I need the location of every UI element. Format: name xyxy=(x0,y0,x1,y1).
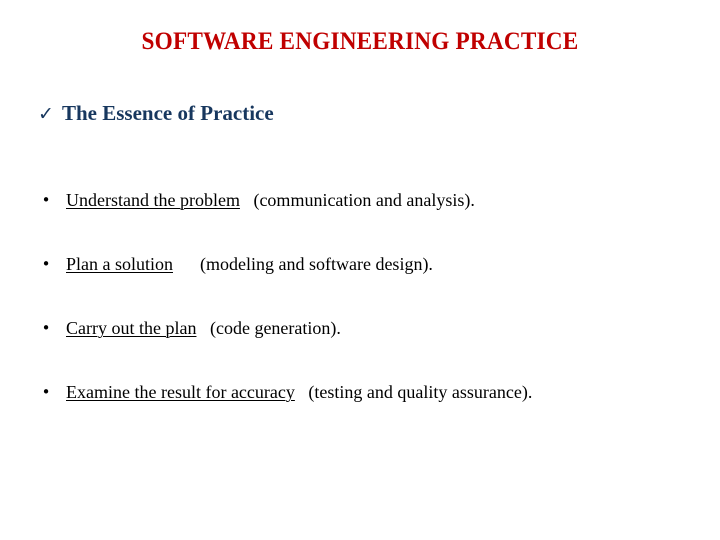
list-item-term: Understand the problem xyxy=(66,190,240,210)
bullet-dot-icon: • xyxy=(41,383,51,401)
list-item: • Carry out the plan (code generation). xyxy=(34,316,674,341)
list-item: • Examine the result for accuracy (testi… xyxy=(34,380,674,405)
list-item-detail: (testing and quality assurance). xyxy=(308,382,533,402)
section-heading-label: The Essence of Practice xyxy=(62,101,274,125)
list-item-term: Plan a solution xyxy=(66,254,173,274)
practice-steps-list: • Understand the problem (communication … xyxy=(34,188,674,405)
section-heading: ✓ The Essence of Practice xyxy=(38,101,274,126)
list-item-detail: (communication and analysis). xyxy=(253,190,475,210)
list-item-body: Examine the result for accuracy (testing… xyxy=(66,380,674,405)
list-item-body: Carry out the plan (code generation). xyxy=(66,316,674,341)
list-item-detail: (code generation). xyxy=(209,318,341,338)
slide-canvas: SOFTWARE ENGINEERING PRACTICE ✓ The Esse… xyxy=(0,0,720,540)
page-title: SOFTWARE ENGINEERING PRACTICE xyxy=(141,28,579,55)
checkmark-icon: ✓ xyxy=(38,103,54,125)
list-item-term: Carry out the plan xyxy=(66,318,197,338)
list-item-gap xyxy=(295,382,309,402)
list-item-gap xyxy=(196,318,210,338)
list-item-gap xyxy=(240,190,254,210)
list-item-body: Plan a solution (modeling and software d… xyxy=(66,252,674,277)
bullet-dot-icon: • xyxy=(41,319,51,337)
list-item-detail: (modeling and software design). xyxy=(200,254,433,274)
list-item: • Understand the problem (communication … xyxy=(34,188,674,213)
bullet-dot-icon: • xyxy=(41,255,51,273)
list-item: • Plan a solution (modeling and software… xyxy=(34,252,674,277)
list-item-term: Examine the result for accuracy xyxy=(66,382,295,402)
list-item-gap xyxy=(173,254,200,274)
bullet-dot-icon: • xyxy=(41,191,51,209)
list-item-body: Understand the problem (communication an… xyxy=(66,188,674,213)
